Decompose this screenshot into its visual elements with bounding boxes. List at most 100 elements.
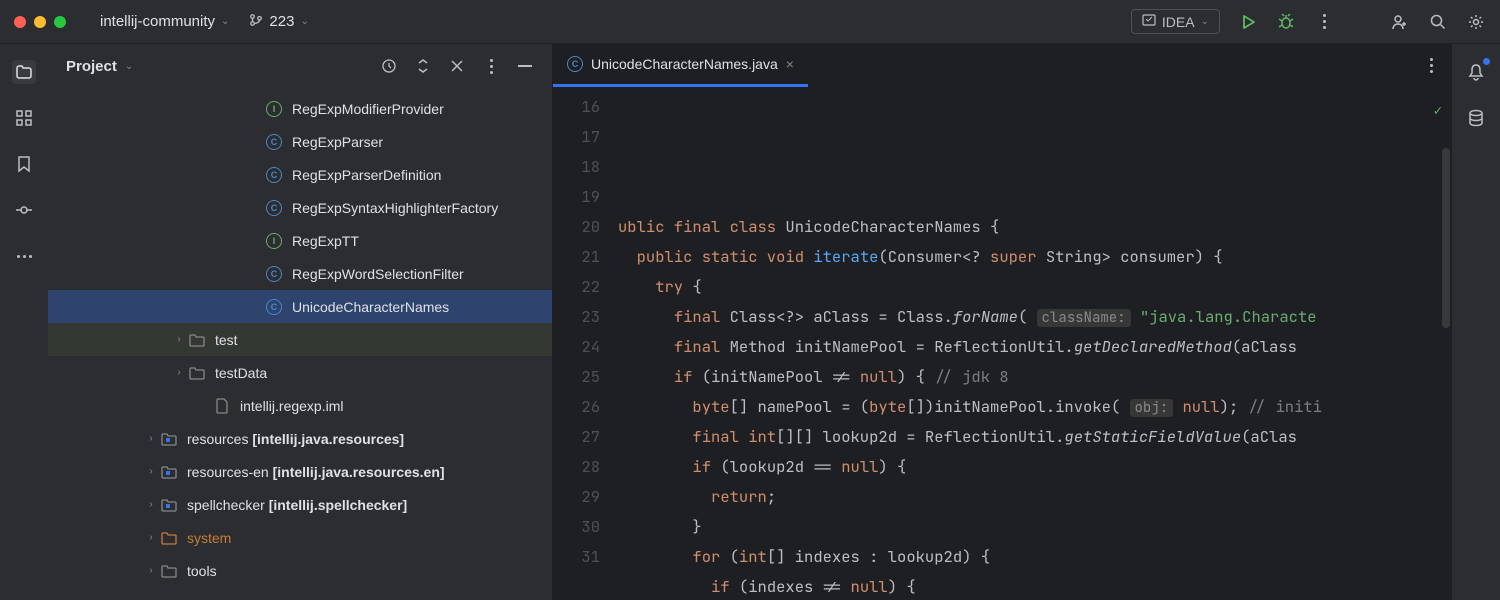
folder-icon — [187, 330, 207, 350]
tree-item[interactable]: C RegExpParserDefinition — [48, 158, 552, 191]
inspection-ok-icon[interactable]: ✓ — [1434, 96, 1442, 126]
tree-label: RegExpParserDefinition — [292, 167, 441, 183]
tree-item[interactable]: ›spellchecker [intellij.spellchecker] — [48, 488, 552, 521]
tree-label: RegExpSyntaxHighlighterFactory — [292, 200, 498, 216]
commit-tool-icon[interactable] — [12, 198, 36, 222]
tree-label: resources [intellij.java.resources] — [187, 431, 404, 447]
branch-count: 223 — [269, 13, 294, 30]
editor-area: C UnicodeCharacterNames.java × 161718192… — [553, 44, 1452, 600]
tree-item[interactable]: › test — [48, 323, 552, 356]
close-window[interactable] — [14, 16, 26, 28]
class-icon: C — [264, 198, 284, 218]
tree-item[interactable]: › testData — [48, 356, 552, 389]
tree-label: test — [215, 332, 238, 348]
close-panel-icon[interactable] — [448, 57, 466, 75]
code-content[interactable]: ✓ ublic final class UnicodeCharacterName… — [618, 88, 1452, 600]
tree-arrow-icon[interactable]: › — [143, 433, 159, 444]
tree-item[interactable]: › resources-en [intellij.java.resources.e… — [48, 455, 552, 488]
module-icon — [159, 462, 179, 482]
interface-icon: I — [264, 99, 284, 119]
tree-label: testData — [215, 365, 267, 381]
left-tool-rail — [0, 44, 48, 600]
settings-icon[interactable] — [1466, 12, 1486, 32]
module-icon — [159, 429, 179, 449]
select-opened-file-icon[interactable] — [380, 57, 398, 75]
scrollbar-thumb[interactable] — [1442, 148, 1450, 328]
module-icon — [159, 495, 179, 515]
more-tools-icon[interactable] — [12, 244, 36, 268]
run-button[interactable] — [1238, 12, 1258, 32]
project-tool-icon[interactable] — [12, 60, 36, 84]
tree-item[interactable]: intellij.regexp.iml — [48, 389, 552, 422]
class-icon: C — [264, 264, 284, 284]
folder-icon — [187, 363, 207, 383]
panel-options-icon[interactable] — [482, 57, 500, 75]
chevron-down-icon: ⌄ — [300, 16, 308, 27]
more-actions[interactable] — [1314, 12, 1334, 32]
code-with-me-icon[interactable] — [1390, 12, 1410, 32]
tree-arrow-icon[interactable]: › — [171, 334, 187, 345]
branch-icon — [249, 13, 263, 31]
tree-item[interactable]: IRegExpTT — [48, 224, 552, 257]
titlebar: intellij-community ⌄ 223 ⌄ IDEA ⌄ — [0, 0, 1500, 44]
tree-item[interactable]: C RegExpWordSelectionFilter — [48, 257, 552, 290]
tree-arrow-icon[interactable]: › — [143, 565, 159, 576]
chevron-down-icon[interactable]: ⌄ — [125, 61, 133, 72]
tree-label: RegExpWordSelectionFilter — [292, 266, 464, 282]
project-selector[interactable]: intellij-community ⌄ — [94, 9, 235, 34]
database-tool-icon[interactable] — [1464, 106, 1488, 130]
tree-item[interactable]: I RegExpModifierProvider — [48, 92, 552, 125]
editor-body[interactable]: 16171819202122232425262728293031 ✓ ublic… — [553, 88, 1452, 600]
tree-label: RegExpModifierProvider — [292, 101, 444, 117]
run-config-label: IDEA — [1162, 14, 1195, 30]
class-icon: C — [567, 56, 583, 72]
notifications-icon[interactable] — [1464, 60, 1488, 84]
tree-item[interactable]: › tools — [48, 554, 552, 587]
class-icon: C — [264, 132, 284, 152]
tab-label: UnicodeCharacterNames.java — [591, 56, 778, 72]
tree-label: RegExpParser — [292, 134, 383, 150]
tree-label: tools — [187, 563, 217, 579]
line-gutter[interactable]: 16171819202122232425262728293031 — [553, 88, 618, 600]
chevron-down-icon: ⌄ — [221, 16, 229, 27]
class-icon: C — [264, 165, 284, 185]
tree-item[interactable]: C RegExpSyntaxHighlighterFactory — [48, 191, 552, 224]
panel-title: Project — [66, 58, 117, 75]
search-icon[interactable] — [1428, 12, 1448, 32]
tree-label: system — [187, 530, 231, 546]
expand-collapse-icon[interactable] — [414, 57, 432, 75]
tree-arrow-icon[interactable]: › — [171, 367, 187, 378]
folder-icon — [159, 561, 179, 581]
bookmarks-tool-icon[interactable] — [12, 152, 36, 176]
project-tree[interactable]: I RegExpModifierProvider C RegExpParser C Reg… — [48, 88, 552, 600]
tree-label: RegExpTT — [292, 233, 359, 249]
tree-label: intellij.regexp.iml — [240, 398, 343, 414]
tree-label: resources-en [intellij.java.resources.en… — [187, 464, 445, 480]
tree-arrow-icon[interactable]: › — [143, 499, 159, 510]
chevron-down-icon: ⌄ — [1201, 16, 1209, 27]
class-icon: C — [264, 297, 284, 317]
iml-icon — [212, 396, 232, 416]
tree-arrow-icon[interactable]: › — [143, 532, 159, 543]
tree-arrow-icon[interactable]: › — [143, 466, 159, 477]
debug-button[interactable] — [1276, 12, 1296, 32]
tree-item[interactable]: › resources [intellij.java.resources] — [48, 422, 552, 455]
tree-item[interactable]: › system — [48, 521, 552, 554]
project-panel: Project ⌄ IRegExpMo — [48, 44, 553, 600]
tree-label: UnicodeCharacterNames — [292, 299, 449, 315]
run-configuration-selector[interactable]: IDEA ⌄ — [1131, 9, 1220, 34]
editor-tab[interactable]: C UnicodeCharacterNames.java × — [553, 44, 808, 87]
minimize-panel-icon[interactable] — [516, 57, 534, 75]
structure-tool-icon[interactable] — [12, 106, 36, 130]
window-controls — [14, 16, 66, 28]
project-name: intellij-community — [100, 13, 215, 30]
tab-options-icon[interactable] — [1422, 57, 1440, 75]
app-icon — [1142, 13, 1156, 30]
tree-item[interactable]: C RegExpParser — [48, 125, 552, 158]
tree-item[interactable]: C UnicodeCharacterNames — [48, 290, 552, 323]
project-panel-header: Project ⌄ — [48, 44, 552, 88]
close-tab-icon[interactable]: × — [786, 56, 794, 72]
vcs-branch-selector[interactable]: 223 ⌄ — [243, 9, 314, 35]
maximize-window[interactable] — [54, 16, 66, 28]
minimize-window[interactable] — [34, 16, 46, 28]
